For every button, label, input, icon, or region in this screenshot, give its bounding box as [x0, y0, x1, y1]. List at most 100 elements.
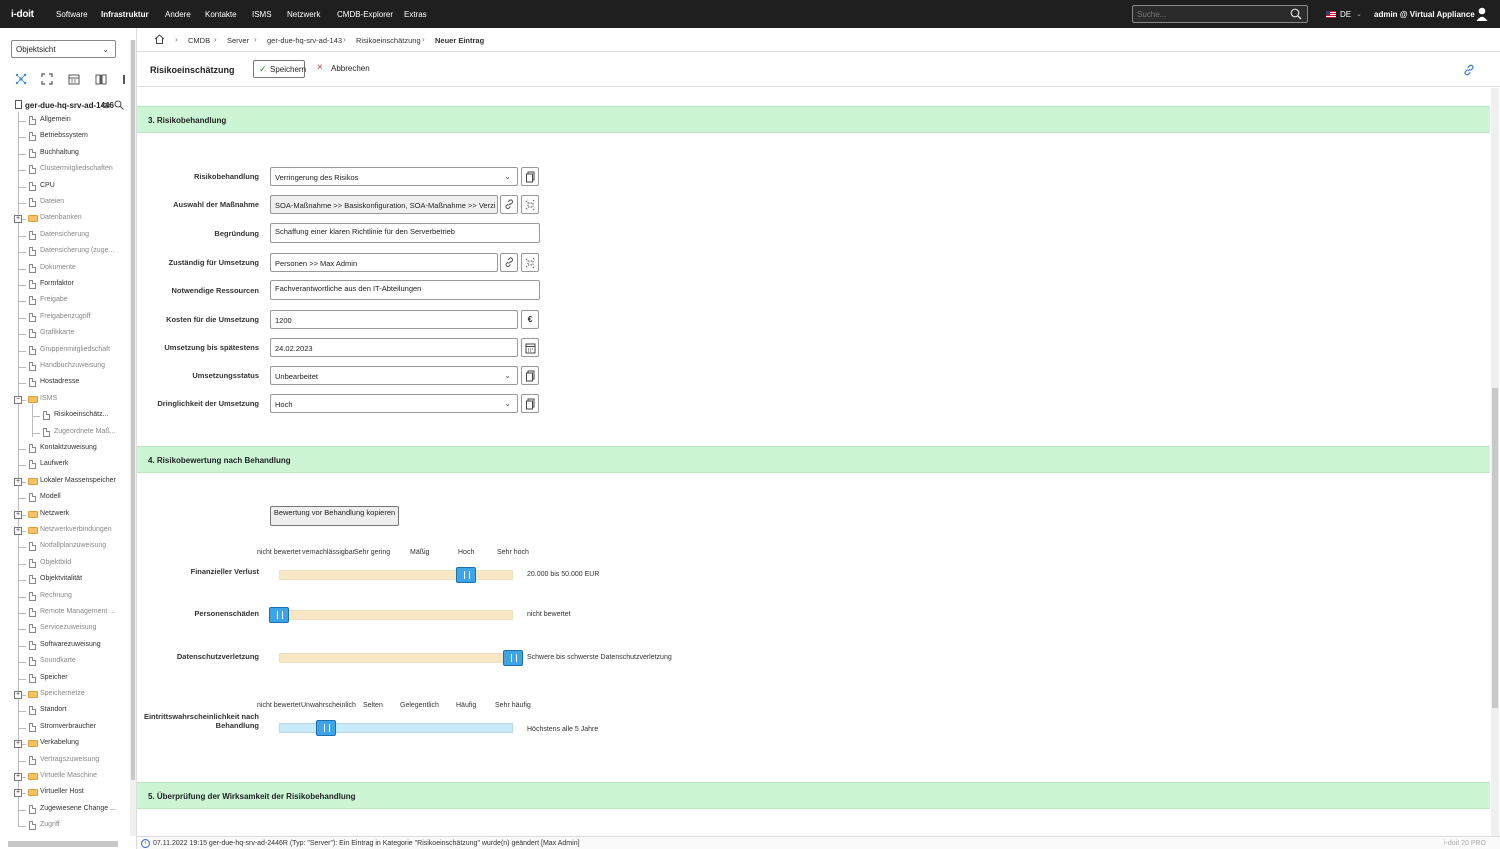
field-label-kosten: Kosten für die Umsetzung	[166, 315, 259, 324]
copy-value-button[interactable]	[521, 366, 539, 385]
begruendung-value: Schaffung einer klaren Richtlinie für de…	[275, 227, 455, 236]
slider-handle-datenschutzverletzung[interactable]	[503, 650, 523, 666]
slider-handle-finanzieller-verlust[interactable]	[456, 567, 476, 583]
flag-de-icon[interactable]	[1326, 11, 1336, 18]
language-select[interactable]: DE	[1340, 10, 1351, 19]
document-icon	[29, 132, 36, 141]
detach-massnahme-button[interactable]	[521, 195, 539, 214]
calendar-icon	[525, 343, 536, 354]
zustaendig-value: Personen >> Max Admin	[275, 259, 358, 268]
calendar-icon[interactable]	[68, 73, 80, 85]
chevron-down-icon[interactable]: ⌄	[1356, 10, 1362, 18]
copy-value-button[interactable]	[521, 167, 539, 186]
date-picker-button[interactable]	[521, 338, 539, 357]
tree-item-label: Freigabenzugriff	[40, 313, 91, 320]
tree-network-icon[interactable]	[15, 73, 27, 85]
document-icon	[29, 444, 36, 453]
massnahme-field[interactable]: SOA-Maßnahme >> Basiskonfiguration, SOA-…	[270, 195, 498, 214]
breadcrumb-object[interactable]: ger-due-hq-srv-ad-143	[267, 36, 342, 45]
slider-track-eintrittswahrscheinlichkeit[interactable]	[279, 723, 513, 733]
document-icon	[29, 756, 36, 765]
expand-icon[interactable]: +	[14, 527, 22, 535]
sidebar-scrollbar[interactable]	[130, 40, 136, 836]
currency-unit: €	[521, 310, 539, 329]
breadcrumb-server[interactable]: Server	[227, 36, 249, 45]
slider-track-personenschaeden[interactable]	[279, 610, 513, 620]
tree-connector	[18, 252, 26, 253]
eye-icon[interactable]	[102, 102, 111, 109]
expand-icon[interactable]: +	[14, 740, 22, 748]
chevron-down-icon: ⌄	[504, 371, 511, 380]
status-message: 07.11.2022 19:15 ger-due-hq-srv-ad-2446R…	[153, 840, 580, 847]
copy-rating-button[interactable]: Bewertung vor Behandlung kopieren	[270, 506, 399, 526]
menu-isms[interactable]: ISMS	[252, 10, 272, 19]
breadcrumb-cmdb[interactable]: CMDB	[188, 36, 210, 45]
tree-item-label: Kontaktzuweisung	[40, 444, 97, 451]
folder-icon	[28, 478, 38, 485]
umsetzungsstatus-select[interactable]: Unbearbeitet ⌄	[270, 366, 518, 385]
breadcrumb-category[interactable]: Risikoeinschätzung	[356, 36, 421, 45]
ressourcen-textarea[interactable]: Fachverantwortliche aus den IT-Abteilung…	[270, 280, 540, 300]
expand-icon[interactable]	[41, 73, 53, 85]
copy-value-button[interactable]	[521, 394, 539, 413]
document-icon	[29, 247, 36, 256]
collapse-icon[interactable]: −	[14, 396, 22, 404]
main-scrollbar[interactable]	[1491, 88, 1499, 836]
tree-root-object[interactable]: ger-due-hq-srv-ad-1446	[15, 100, 114, 110]
slider-handle-personenschaeden[interactable]	[269, 607, 289, 623]
save-button[interactable]: ✓ Speichern	[253, 60, 306, 78]
menu-netzwerk[interactable]: Netzwerk	[287, 10, 320, 19]
menu-infrastruktur[interactable]: Infrastruktur	[101, 10, 149, 19]
home-icon[interactable]	[154, 34, 165, 44]
menu-andere[interactable]: Andere	[165, 10, 191, 19]
main-scrollbar-thumb[interactable]	[1492, 388, 1498, 708]
chevron-down-icon: ⌄	[504, 399, 511, 408]
expand-icon[interactable]: +	[14, 478, 22, 486]
document-icon	[29, 264, 36, 273]
expand-icon[interactable]: +	[14, 789, 22, 797]
more-tools-icon[interactable]	[121, 73, 127, 85]
attach-massnahme-button[interactable]	[500, 195, 518, 214]
expand-icon[interactable]: +	[14, 773, 22, 781]
book-icon[interactable]	[95, 73, 107, 85]
dringlichkeit-select[interactable]: Hoch ⌄	[270, 394, 518, 413]
menu-software[interactable]: Software	[56, 10, 88, 19]
slider-track-datenschutzverletzung[interactable]	[279, 653, 513, 663]
document-icon	[29, 296, 36, 305]
risikobehandlung-select[interactable]: Verringerung des Risikos ⌄	[270, 167, 518, 186]
sidebar-scrollbar-thumb[interactable]	[131, 40, 135, 780]
view-select[interactable]: Objektsicht ⌄	[11, 40, 116, 58]
tree-search-icon[interactable]	[114, 100, 124, 110]
zustaendig-field[interactable]: Personen >> Max Admin	[270, 253, 498, 272]
tree-item-label: Rechnung	[40, 592, 72, 599]
menu-kontakte[interactable]: Kontakte	[205, 10, 237, 19]
umsetzung-bis-input[interactable]: 24.02.2023	[270, 338, 518, 357]
search-input[interactable]	[1132, 5, 1308, 23]
info-icon: i	[141, 839, 150, 848]
user-avatar-icon[interactable]	[1476, 7, 1488, 21]
expand-icon[interactable]: +	[14, 511, 22, 519]
menu-cmdb-explorer[interactable]: CMDB-Explorer	[337, 10, 393, 19]
slider-track-finanzieller-verlust[interactable]	[279, 570, 513, 580]
unlink-icon	[525, 199, 536, 211]
link-icon[interactable]	[1463, 64, 1475, 76]
expand-icon[interactable]: +	[14, 215, 22, 223]
tree-connector	[18, 597, 26, 598]
detach-zustaendig-button[interactable]	[521, 253, 539, 272]
kosten-input[interactable]: 1200	[270, 310, 518, 329]
slider-handle-eintrittswahrscheinlichkeit[interactable]	[316, 720, 336, 736]
cancel-button[interactable]: × Abbrechen	[317, 62, 370, 73]
tree-item-label: CPU	[40, 182, 55, 189]
version-label: i-doit 20 PRO	[1443, 840, 1486, 847]
sidebar-horizontal-scrollbar[interactable]	[8, 841, 118, 847]
attach-zustaendig-button[interactable]	[500, 253, 518, 272]
document-icon	[29, 460, 36, 469]
search-icon[interactable]	[1290, 8, 1302, 20]
expand-icon[interactable]: +	[14, 691, 22, 699]
menu-extras[interactable]: Extras	[404, 10, 427, 19]
app-logo[interactable]: i-doit	[11, 9, 34, 20]
begruendung-textarea[interactable]: Schaffung einer klaren Richtlinie für de…	[270, 223, 540, 243]
user-menu[interactable]: admin @ Virtual Appliance	[1374, 10, 1475, 19]
tree-connector	[18, 351, 26, 352]
document-icon	[29, 624, 36, 633]
